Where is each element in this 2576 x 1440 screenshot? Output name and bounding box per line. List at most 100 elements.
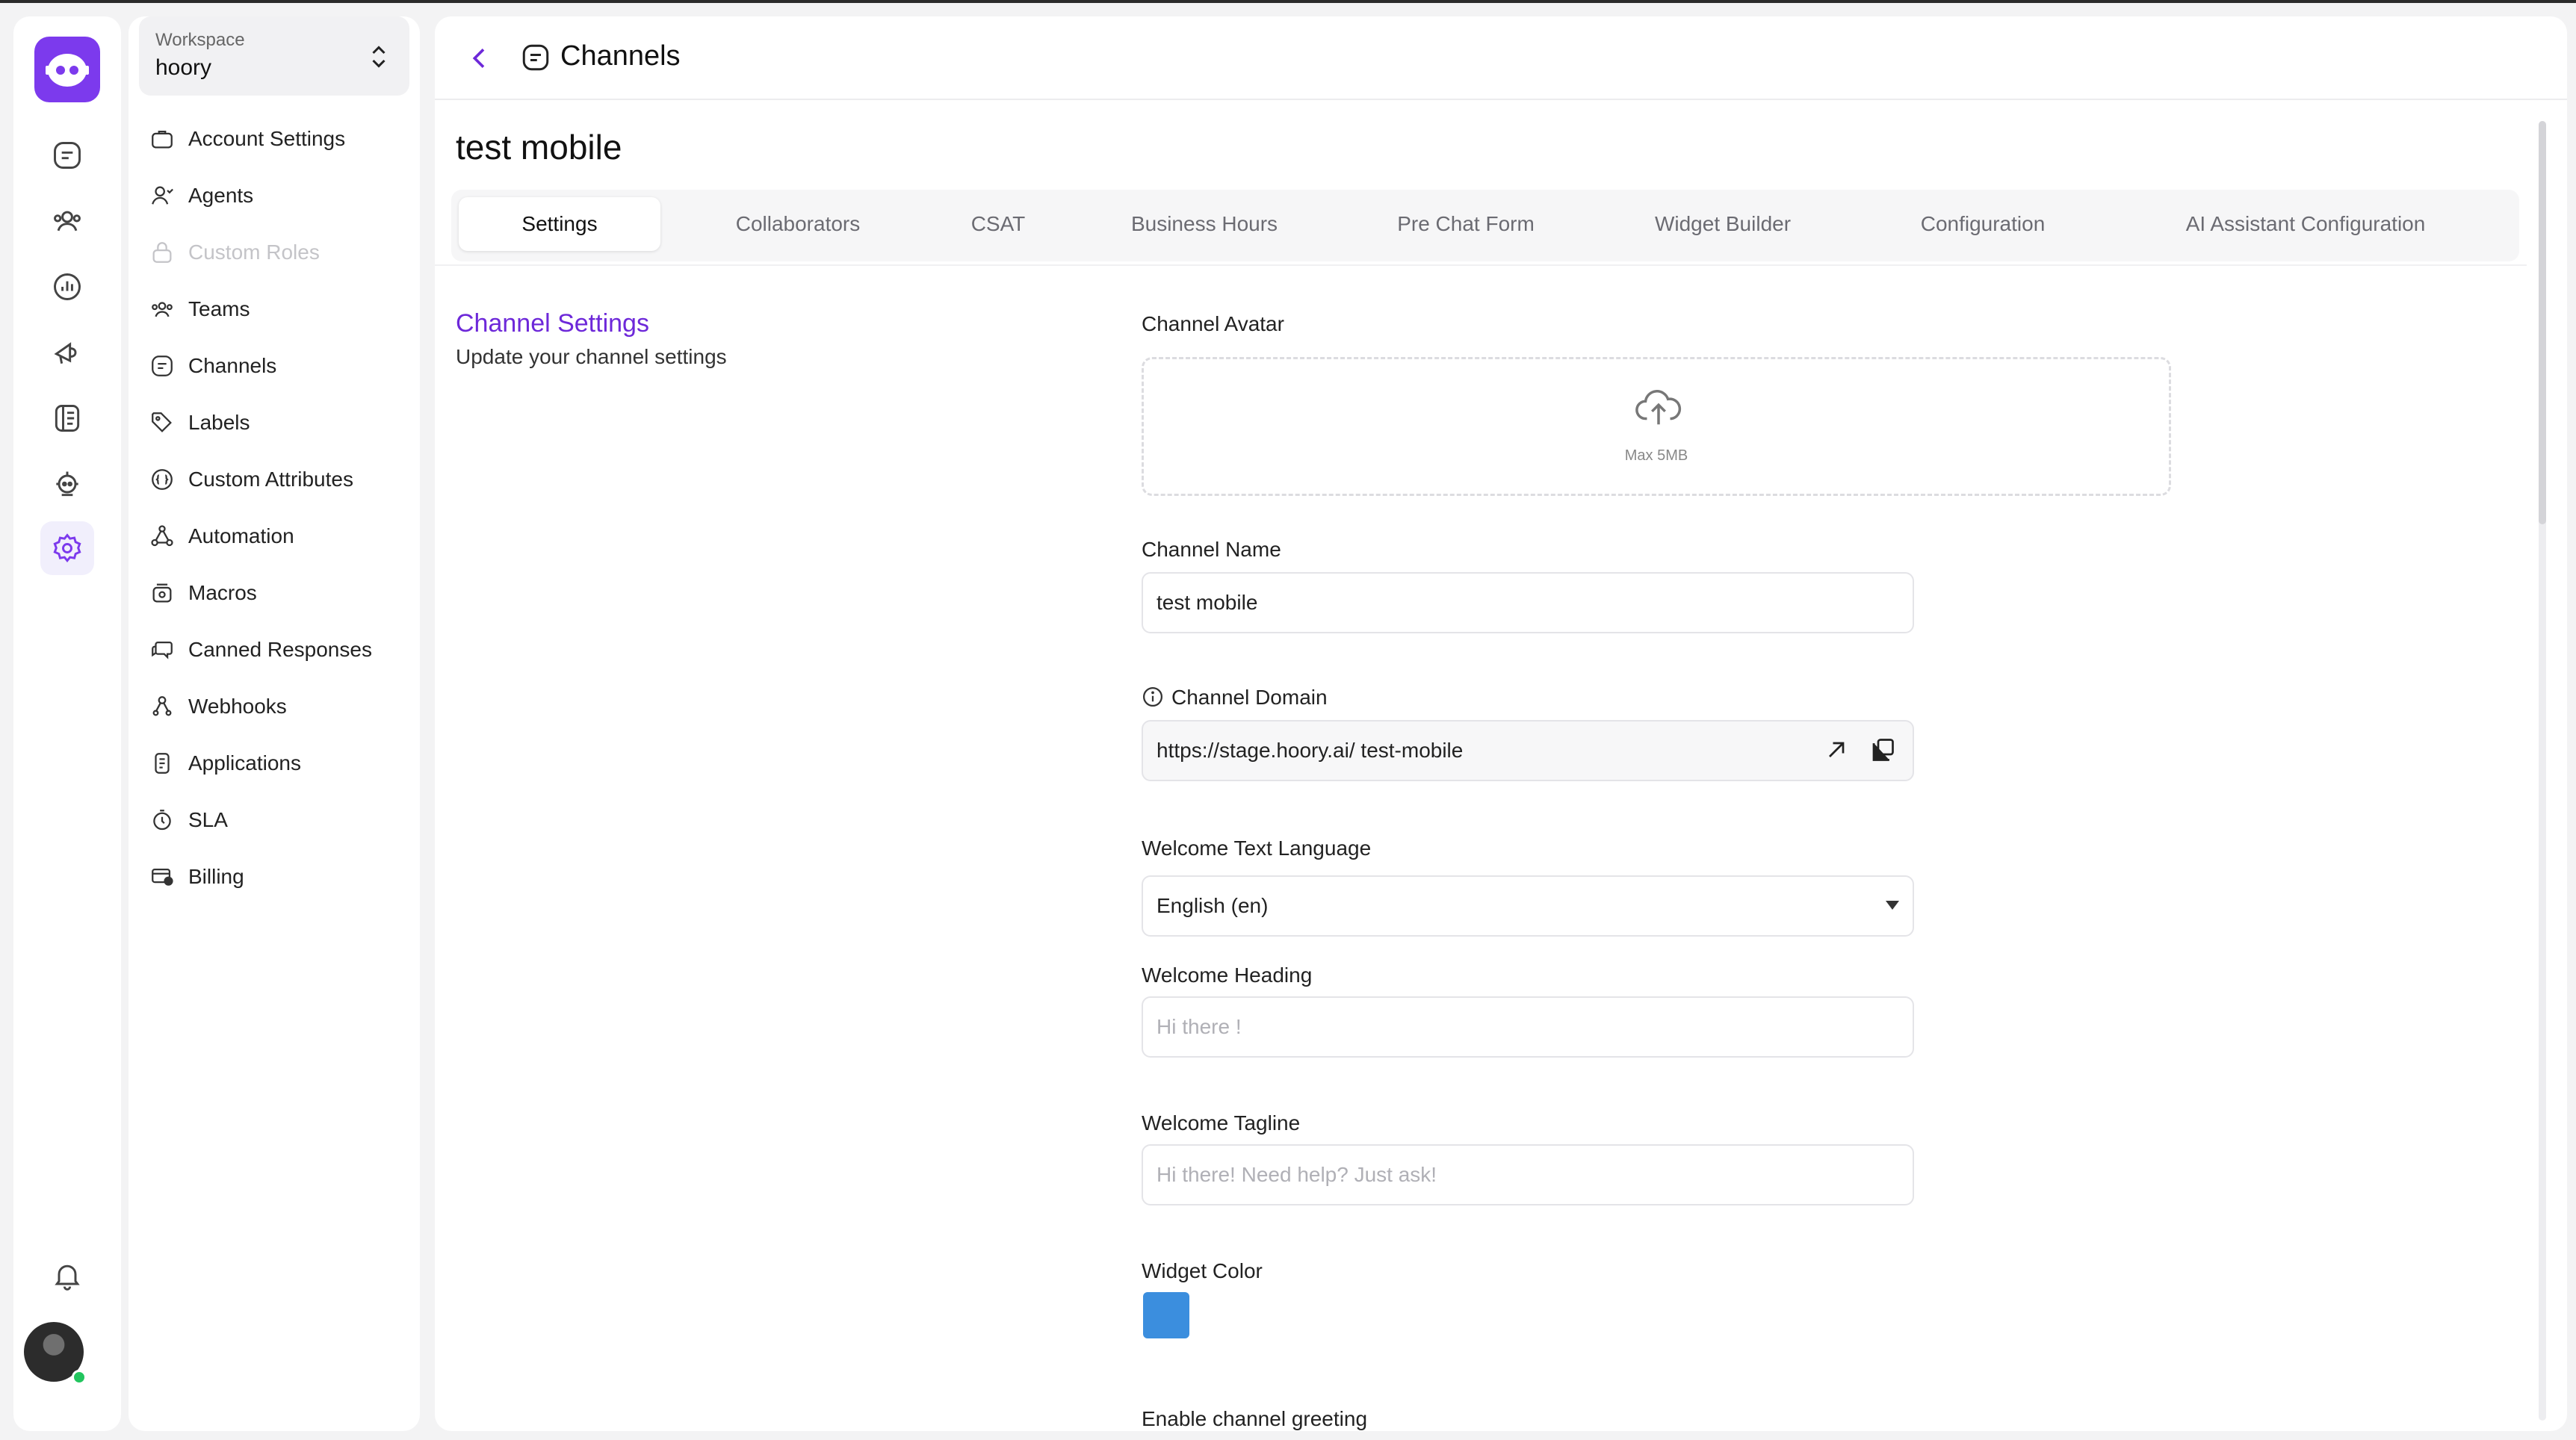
sidebar-item-label: Teams [188, 297, 250, 320]
enable-greeting-label: Enable channel greeting [1142, 1407, 1368, 1430]
welcome-language-label: Welcome Text Language [1142, 837, 1372, 860]
sidebar-item-channels[interactable]: Channels [149, 345, 403, 387]
header-title: Channels [560, 40, 681, 72]
rail-knowledge-base[interactable] [40, 391, 94, 445]
sidebar-item-label: Canned Responses [188, 638, 372, 661]
user-icon [152, 186, 173, 205]
megaphone-icon [54, 342, 77, 364]
welcome-heading-label: Welcome Heading [1142, 963, 1313, 987]
sidebar-item-sla[interactable]: SLA [149, 799, 403, 841]
sidebar-item-teams[interactable]: Teams [149, 288, 403, 330]
chat-bubbles-icon [152, 641, 173, 660]
widget-color-swatch[interactable] [1143, 1292, 1189, 1338]
sidebar-item-webhooks[interactable]: Webhooks [149, 686, 403, 727]
welcome-tagline-placeholder: Hi there! Need help? Just ask! [1157, 1163, 1437, 1186]
sidebar-item-custom-attributes[interactable]: Custom Attributes [149, 459, 403, 500]
window-top-edge [0, 0, 2576, 3]
domain-actions [1823, 736, 1896, 763]
channel-name-label: Channel Name [1142, 538, 1281, 561]
contacts-icon [54, 211, 81, 232]
sidebar-item-canned-responses[interactable]: Canned Responses [149, 629, 403, 671]
sidebar-item-macros[interactable]: Macros [149, 572, 403, 614]
rail-conversations[interactable] [40, 128, 94, 182]
tab-configuration[interactable]: Configuration [1871, 197, 2095, 251]
sidebar-item-label: Agents [188, 184, 254, 207]
page-title: test mobile [456, 128, 622, 167]
channel-icon [522, 44, 549, 71]
external-link-icon[interactable] [1823, 736, 1850, 763]
copy-icon[interactable] [1869, 736, 1896, 763]
tab-pre-chat-form[interactable]: Pre Chat Form [1354, 197, 1578, 251]
online-status-indicator [72, 1370, 87, 1385]
sidebar-item-label: Webhooks [188, 695, 287, 718]
sidebar-item-label: Billing [188, 865, 244, 888]
sidebar-item-label: Custom Attributes [188, 468, 353, 491]
scrollbar-thumb[interactable] [2539, 121, 2546, 524]
sidebar-item-account-settings[interactable]: Account Settings [149, 118, 403, 160]
tab-widget-builder[interactable]: Widget Builder [1611, 197, 1835, 251]
tab-ai-assistant-configuration[interactable]: AI Assistant Configuration [2119, 197, 2492, 251]
tab-settings[interactable]: Settings [459, 197, 660, 251]
welcome-tagline-label: Welcome Tagline [1142, 1111, 1301, 1135]
rail-campaigns[interactable] [40, 326, 94, 379]
apps-icon [155, 753, 170, 774]
avatar-upload-dropzone[interactable]: Max 5MB [1142, 357, 2171, 496]
rail-ai-assistant[interactable] [40, 457, 94, 511]
automation-icon [151, 525, 173, 547]
page-header: Channels [435, 16, 2567, 100]
rail-contacts[interactable] [40, 194, 94, 248]
sidebar-item-label: Applications [188, 751, 301, 775]
rail-notifications[interactable] [40, 1249, 94, 1303]
rail-settings[interactable] [40, 521, 94, 575]
sidebar-item-label: Account Settings [188, 127, 346, 150]
workspace-switcher[interactable]: Workspace hoory [139, 16, 409, 96]
sidebar-item-automation[interactable]: Automation [149, 515, 403, 557]
macros-icon [152, 583, 172, 603]
sidebar-item-billing[interactable]: Billing [149, 856, 403, 898]
gear-icon [53, 533, 81, 563]
welcome-heading-placeholder: Hi there ! [1157, 1015, 1242, 1038]
rail-reports[interactable] [40, 260, 94, 314]
lock-icon [152, 242, 172, 263]
sidebar-item-labels[interactable]: Labels [149, 402, 403, 444]
tag-icon [152, 412, 172, 432]
avatar-max-size: Max 5MB [1624, 447, 1688, 464]
channel-icon [152, 356, 173, 376]
hoory-logo[interactable] [34, 37, 100, 102]
channel-name-input[interactable]: test mobile [1142, 572, 1914, 633]
sidebar-item-label: Labels [188, 411, 250, 434]
sidebar-item-label: Macros [188, 581, 257, 604]
workspace-name: hoory [155, 55, 212, 80]
back-arrow-icon[interactable] [465, 43, 495, 73]
attributes-icon [152, 469, 173, 490]
channel-domain-input[interactable]: https://stage.hoory.ai/ test-mobile [1142, 720, 1914, 781]
bell-icon [55, 1264, 80, 1291]
sidebar-item-applications[interactable]: Applications [149, 742, 403, 784]
main-panel: Channels test mobile Settings Collaborat… [435, 16, 2567, 1431]
welcome-language-value: English (en) [1157, 894, 1269, 917]
welcome-language-select[interactable]: English (en) [1142, 875, 1914, 937]
book-icon [55, 405, 80, 432]
sidebar-item-custom-roles: Custom Roles [149, 232, 403, 273]
tab-collaborators[interactable]: Collaborators [686, 197, 910, 251]
workspace-label: Workspace [155, 30, 245, 50]
bot-logo-icon [46, 54, 89, 87]
section-title: Channel Settings [456, 309, 649, 338]
reports-icon [54, 273, 81, 300]
webhook-icon [152, 696, 172, 716]
welcome-heading-input[interactable]: Hi there ! [1142, 996, 1914, 1058]
section-description: Update your channel settings [456, 345, 727, 368]
sidebar-item-agents[interactable]: Agents [149, 175, 403, 217]
caret-down-icon [1886, 901, 1899, 910]
welcome-tagline-input[interactable]: Hi there! Need help? Just ask! [1142, 1144, 1914, 1205]
inbox-icon [54, 142, 81, 169]
info-icon[interactable] [1142, 686, 1164, 708]
tab-business-hours[interactable]: Business Hours [1092, 197, 1316, 251]
sidebar-item-label: SLA [188, 808, 228, 831]
tab-csat[interactable]: CSAT [938, 197, 1058, 251]
timer-icon [153, 810, 171, 831]
sidebar-item-label: Channels [188, 354, 277, 377]
chevron-up-down-icon [372, 46, 386, 68]
sidebar-item-label: Automation [188, 524, 294, 547]
settings-sidebar: Workspace hoory Account Settings Agents … [129, 16, 420, 1431]
